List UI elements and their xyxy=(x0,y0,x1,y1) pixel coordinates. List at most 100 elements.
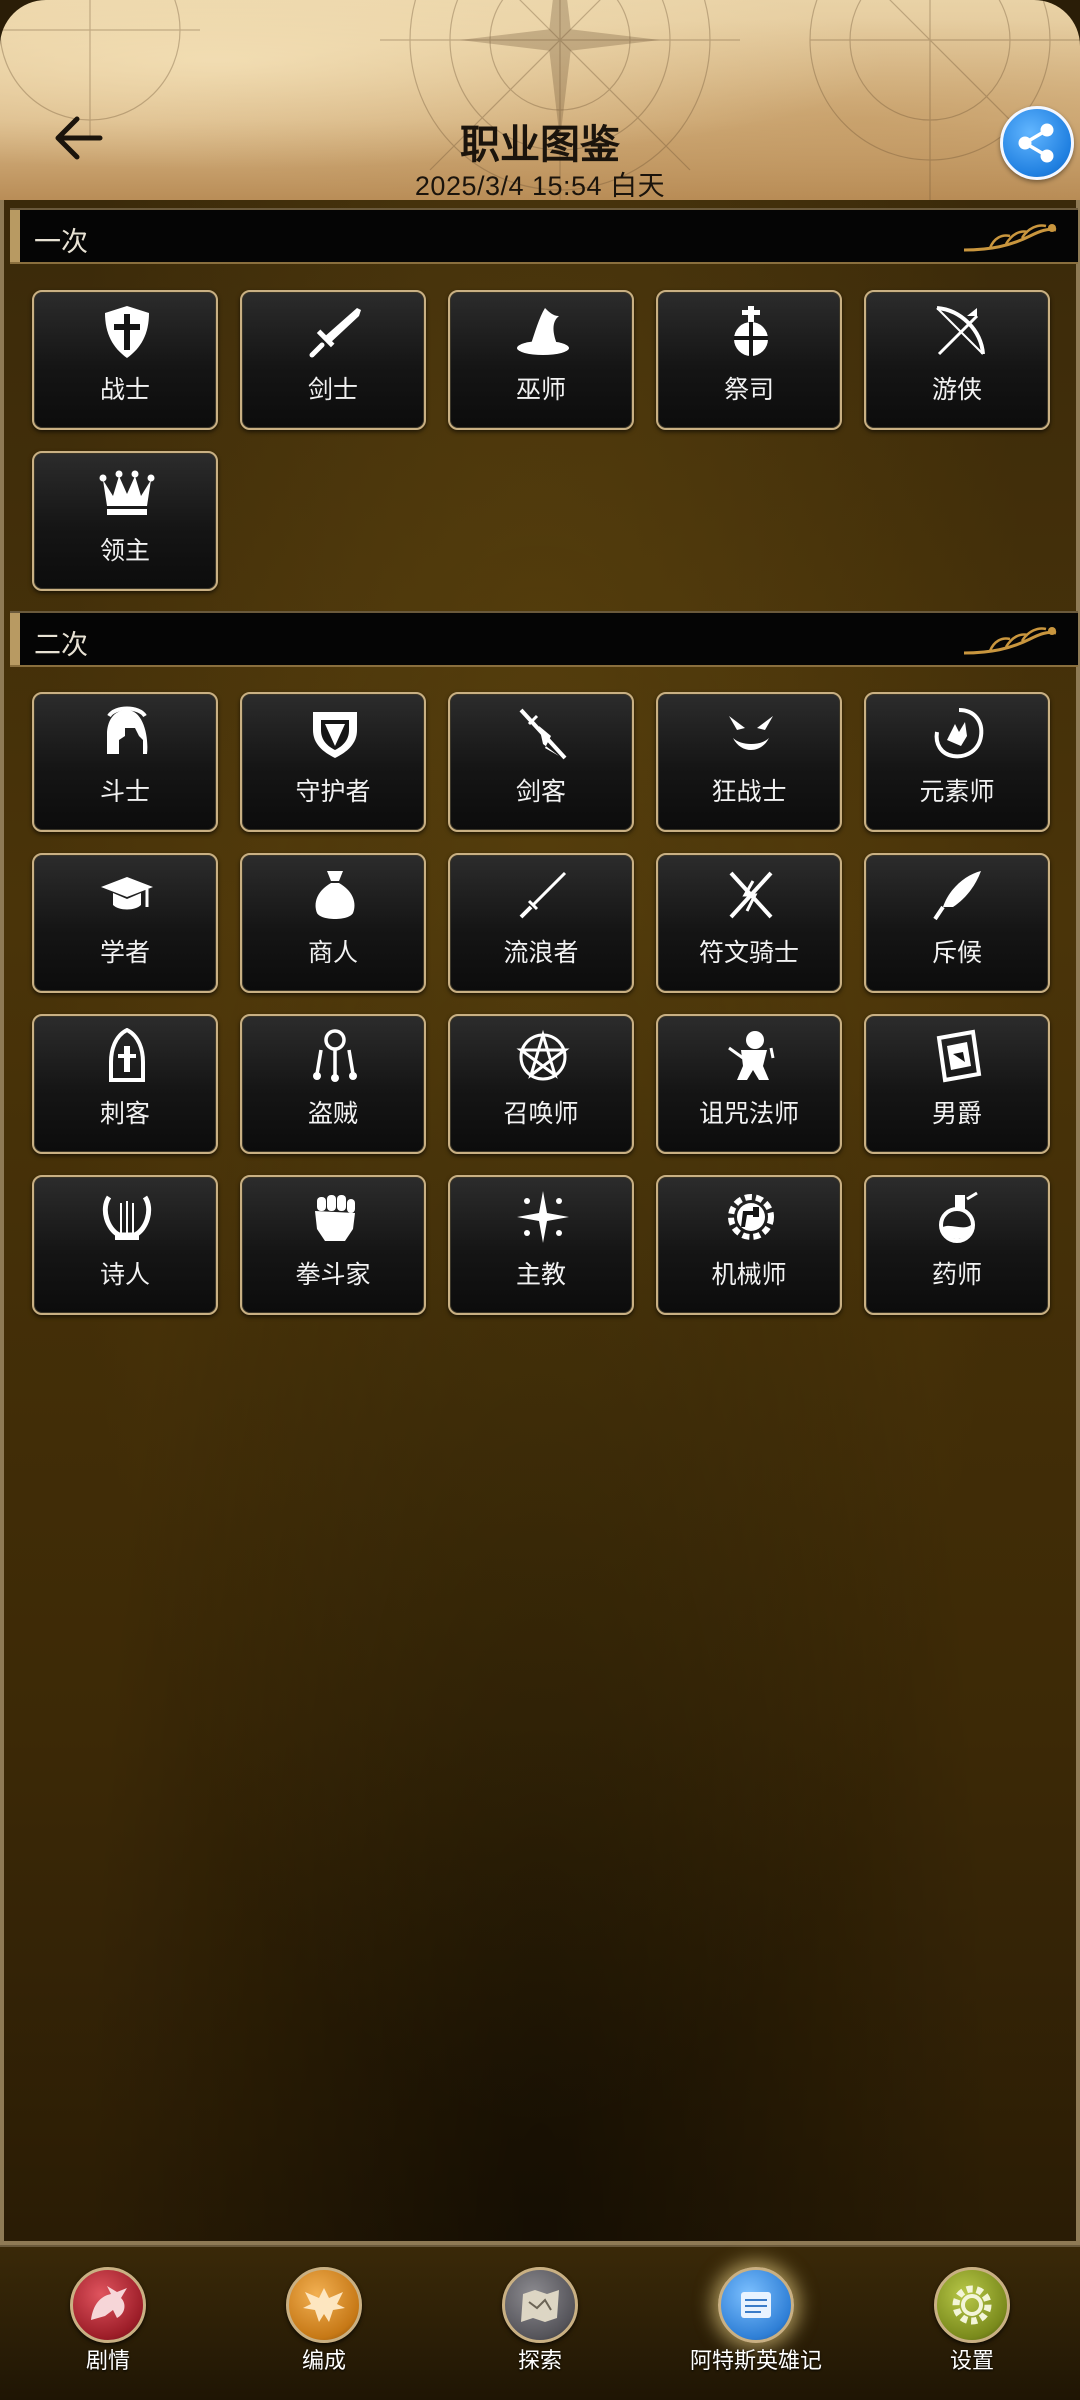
section-header-secondary: 二次 xyxy=(10,611,1078,667)
nav-label: 编成 xyxy=(301,2348,346,2373)
nav-label: 设置 xyxy=(949,2348,994,2373)
job-card-guardian[interactable]: 守护者 xyxy=(240,692,426,832)
job-name: 男爵 xyxy=(931,1100,982,1128)
crossed-blades-icon xyxy=(513,704,573,764)
job-name: 剑士 xyxy=(307,376,358,404)
job-name: 游侠 xyxy=(931,376,982,404)
job-card-swordsman[interactable]: 剑士 xyxy=(240,290,426,430)
job-card-brawler[interactable]: 拳斗家 xyxy=(240,1175,426,1315)
job-name: 诅咒法师 xyxy=(698,1100,799,1128)
job-name: 剑客 xyxy=(515,778,566,806)
elemental-hand-icon xyxy=(929,704,989,764)
job-card-lord[interactable]: 领主 xyxy=(32,451,218,591)
holy-star-icon xyxy=(513,1187,573,1247)
lyre-icon xyxy=(97,1187,157,1247)
job-card-priest[interactable]: 祭司 xyxy=(656,290,842,430)
job-card-warrior[interactable]: 战士 xyxy=(32,290,218,430)
nav-label: 探索 xyxy=(517,2348,562,2373)
job-name: 召唤师 xyxy=(503,1100,579,1128)
share-icon xyxy=(1018,123,1054,163)
job-card-scout[interactable]: 斥候 xyxy=(864,853,1050,993)
katana-icon xyxy=(513,865,573,925)
cross-shield-icon xyxy=(97,302,157,362)
framed-emblem-icon xyxy=(929,1026,989,1086)
job-name: 诗人 xyxy=(99,1261,150,1289)
job-name: 流浪者 xyxy=(503,939,579,967)
bottom-nav-bar: 剧情 编成 探索 阿特斯英雄记 设置 xyxy=(0,2245,1080,2400)
bow-arrow-icon xyxy=(929,302,989,362)
sword-icon xyxy=(305,302,365,362)
job-card-scholar[interactable]: 学者 xyxy=(32,853,218,993)
nav-explore[interactable]: 探索 xyxy=(460,2267,620,2382)
job-name: 巫师 xyxy=(515,376,566,404)
job-name: 商人 xyxy=(307,939,358,967)
map-scroll-icon xyxy=(502,2267,578,2343)
flourish-ornament-icon xyxy=(963,627,1057,655)
job-card-bard[interactable]: 诗人 xyxy=(32,1175,218,1315)
rune-sword-icon xyxy=(721,865,781,925)
potion-flask-icon xyxy=(929,1187,989,1247)
feather-knife-icon xyxy=(929,865,989,925)
job-name: 主教 xyxy=(515,1261,566,1289)
berserk-mask-icon xyxy=(721,704,781,764)
crown-icon xyxy=(97,463,157,523)
wizard-hat-icon xyxy=(513,302,573,362)
job-name: 盗贼 xyxy=(307,1100,358,1128)
pentagram-icon xyxy=(513,1026,573,1086)
voodoo-doll-icon xyxy=(721,1026,781,1086)
gear-icon xyxy=(934,2267,1010,2343)
job-name: 狂战士 xyxy=(711,778,787,806)
job-card-merchant[interactable]: 商人 xyxy=(240,853,426,993)
job-card-baron[interactable]: 男爵 xyxy=(864,1014,1050,1154)
nav-label: 阿特斯英雄记 xyxy=(689,2348,822,2373)
job-card-wanderer[interactable]: 流浪者 xyxy=(448,853,634,993)
job-card-berserker[interactable]: 狂战士 xyxy=(656,692,842,832)
job-name: 斗士 xyxy=(99,778,150,806)
job-card-hex-mage[interactable]: 诅咒法师 xyxy=(656,1014,842,1154)
job-card-wizard[interactable]: 巫师 xyxy=(448,290,634,430)
section-label: 二次 xyxy=(34,630,88,660)
job-card-assassin[interactable]: 刺客 xyxy=(32,1014,218,1154)
key-ring-icon xyxy=(305,1026,365,1086)
nav-story[interactable]: 剧情 xyxy=(28,2267,188,2382)
job-card-swordmaster[interactable]: 剑客 xyxy=(448,692,634,832)
job-card-elementalist[interactable]: 元素师 xyxy=(864,692,1050,832)
job-card-apothecary[interactable]: 药师 xyxy=(864,1175,1050,1315)
job-card-summoner[interactable]: 召唤师 xyxy=(448,1014,634,1154)
job-name: 学者 xyxy=(99,939,150,967)
spartan-helmet-icon xyxy=(97,704,157,764)
job-card-rune-knight[interactable]: 符文骑士 xyxy=(656,853,842,993)
job-card-thief[interactable]: 盗贼 xyxy=(240,1014,426,1154)
job-name: 领主 xyxy=(99,537,150,565)
job-card-bishop[interactable]: 主教 xyxy=(448,1175,634,1315)
job-card-ranger[interactable]: 游侠 xyxy=(864,290,1050,430)
job-name: 拳斗家 xyxy=(295,1261,371,1289)
nav-label: 剧情 xyxy=(85,2348,130,2373)
job-name: 元素师 xyxy=(919,778,995,806)
job-name: 药师 xyxy=(931,1261,982,1289)
page-title: 职业图鉴 xyxy=(460,123,620,167)
section-header-primary: 一次 xyxy=(10,208,1078,264)
job-card-fighter[interactable]: 斗士 xyxy=(32,692,218,832)
job-name: 斥候 xyxy=(931,939,982,967)
orb-cross-icon xyxy=(721,302,781,362)
money-bag-icon xyxy=(305,865,365,925)
job-catalog-panel: 一次 战士 剑士 巫师 祭司 游侠 领主 二次 斗士 守护者 剑客 狂战士 元素… xyxy=(0,200,1080,2245)
nav-settings[interactable]: 设置 xyxy=(892,2267,1052,2382)
flourish-ornament-icon xyxy=(963,224,1057,252)
graduation-cap-icon xyxy=(97,865,157,925)
eagle-emblem-icon xyxy=(286,2267,362,2343)
guardian-shield-icon xyxy=(305,704,365,764)
nav-hero-chronicle[interactable]: 阿特斯英雄记 xyxy=(676,2267,836,2382)
share-button[interactable] xyxy=(1000,106,1074,180)
job-card-machinist[interactable]: 机械师 xyxy=(656,1175,842,1315)
job-name: 祭司 xyxy=(723,376,774,404)
job-name: 刺客 xyxy=(99,1100,150,1128)
fist-icon xyxy=(305,1187,365,1247)
section-label: 一次 xyxy=(34,227,88,257)
nav-formation[interactable]: 编成 xyxy=(244,2267,404,2382)
job-name: 符文骑士 xyxy=(698,939,799,967)
gear-hammer-icon xyxy=(721,1187,781,1247)
job-name: 守护者 xyxy=(295,778,371,806)
job-name: 机械师 xyxy=(711,1261,787,1289)
